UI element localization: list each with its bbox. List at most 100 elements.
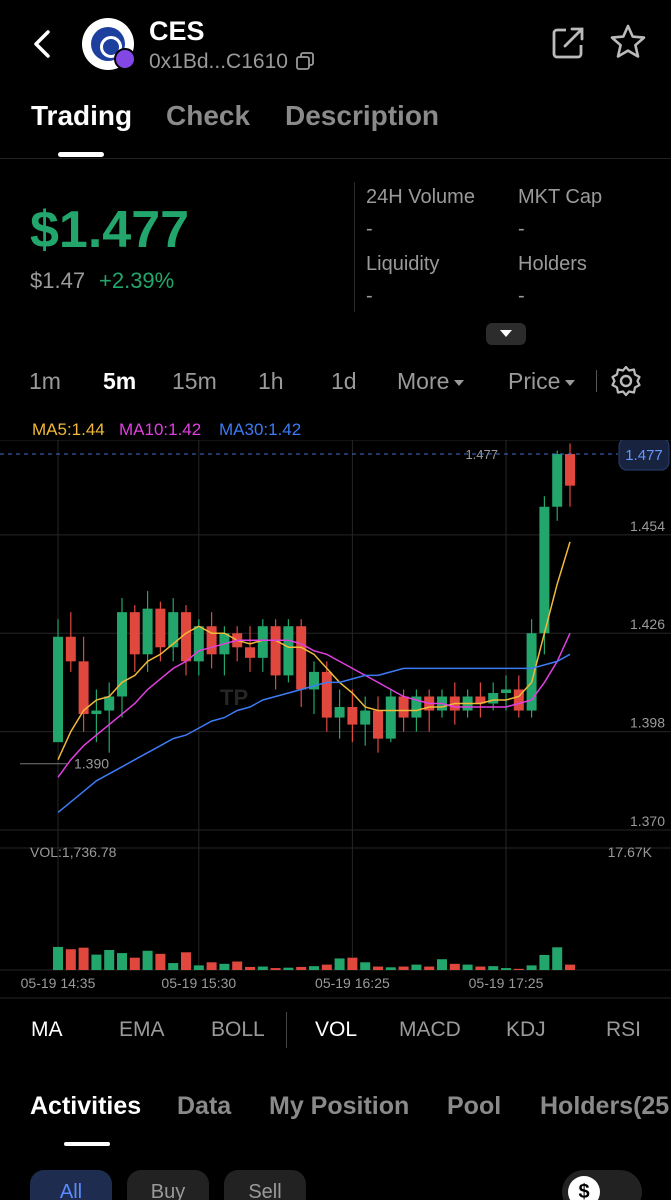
tab-holders[interactable]: Holders(25 — [540, 1092, 669, 1121]
volume-bar — [437, 959, 447, 970]
ma5-legend: MA5:1.44 — [32, 420, 105, 439]
low-marker-label: 1.390 — [74, 756, 109, 772]
tab-pool[interactable]: Pool — [447, 1092, 501, 1121]
timeframe-5m[interactable]: 5m — [103, 368, 136, 395]
price-mode-label: Price — [508, 368, 561, 394]
x-tick-label: 05-19 15:30 — [161, 975, 236, 991]
volume-bar — [449, 963, 460, 970]
candle-body — [321, 671, 332, 718]
divider — [286, 1012, 287, 1048]
volume-bar — [78, 947, 89, 970]
tab-check[interactable]: Check — [166, 100, 250, 132]
candle-body — [193, 626, 204, 662]
candle-body — [155, 608, 166, 648]
chevron-down-icon — [454, 379, 465, 386]
secondary-price: $1.47 — [30, 268, 86, 293]
x-tick-label: 05-19 14:35 — [21, 975, 96, 991]
tab-data[interactable]: Data — [177, 1092, 231, 1121]
volume-value: - — [366, 218, 373, 240]
currency-toggle[interactable]: $ — [562, 1170, 642, 1200]
candle-body — [539, 506, 550, 634]
indicator-ema[interactable]: EMA — [119, 1018, 165, 1042]
candle-body — [129, 612, 140, 655]
candle-body — [385, 696, 396, 739]
volume-bar — [462, 964, 473, 970]
tab-description[interactable]: Description — [285, 100, 439, 132]
token-logo — [82, 18, 136, 70]
candle-body — [142, 608, 153, 655]
watermark: TP — [220, 685, 248, 710]
polygon-chain-icon — [114, 48, 136, 70]
volume-bar — [219, 963, 230, 970]
volume-bar — [104, 949, 115, 970]
volume-bar — [91, 954, 102, 970]
price-tag: 1.477 — [625, 447, 663, 464]
y-tick-label: 1.426 — [630, 616, 665, 632]
volume-bar — [232, 961, 243, 970]
timeframe-1d[interactable]: 1d — [331, 368, 357, 395]
tab-trading[interactable]: Trading — [31, 100, 132, 132]
volume-bar — [488, 966, 499, 970]
tab-my-position[interactable]: My Position — [269, 1092, 409, 1121]
volume-bar — [245, 966, 255, 970]
timeframe-15m[interactable]: 15m — [172, 368, 217, 395]
volume-bar — [168, 963, 179, 970]
star-icon[interactable] — [609, 23, 647, 61]
indicator-ma[interactable]: MA — [31, 1018, 63, 1042]
filter-buy[interactable]: Buy — [127, 1170, 209, 1200]
volume-bar — [142, 950, 153, 970]
tab-activities[interactable]: Activities — [30, 1092, 141, 1121]
indicator-boll[interactable]: BOLL — [211, 1018, 265, 1042]
indicator-kdj[interactable]: KDJ — [506, 1018, 546, 1042]
candle-body — [398, 696, 409, 718]
copy-icon[interactable] — [296, 52, 314, 70]
indicator-vol[interactable]: VOL — [315, 1018, 357, 1042]
volume-bar — [411, 964, 422, 970]
back-icon[interactable] — [28, 26, 58, 62]
volume-bar — [526, 965, 537, 970]
holders-value: - — [518, 285, 525, 307]
timeframe-1m[interactable]: 1m — [29, 368, 61, 395]
volume-bar — [552, 947, 563, 970]
price-dropdown[interactable]: Price — [508, 368, 576, 395]
volume-bar — [193, 965, 204, 970]
timeframe-1h[interactable]: 1h — [258, 368, 284, 395]
volume-bar — [257, 966, 268, 970]
divider — [354, 182, 355, 312]
volume-bar — [321, 964, 332, 970]
candle-body — [245, 647, 255, 658]
volume-bar — [283, 967, 294, 970]
candle-body — [360, 710, 371, 725]
filter-all[interactable]: All — [30, 1170, 112, 1200]
candle-body — [270, 626, 281, 676]
volume-bar — [270, 968, 281, 970]
indicator-macd[interactable]: MACD — [399, 1018, 461, 1042]
candle-body — [168, 612, 179, 648]
volume-bar — [206, 962, 217, 970]
candle-body — [347, 707, 358, 725]
volume-bar — [501, 968, 511, 970]
candle-body — [552, 454, 563, 507]
candle-body — [117, 612, 127, 697]
share-icon[interactable] — [551, 26, 585, 60]
volume-bar — [385, 967, 396, 970]
candle-body — [283, 626, 294, 676]
candle-body — [78, 661, 89, 715]
more-dropdown[interactable]: More — [397, 368, 465, 395]
x-tick-label: 05-19 16:25 — [315, 975, 390, 991]
volume-bar — [360, 962, 371, 970]
candle-body — [565, 454, 575, 486]
volume-bar — [181, 952, 191, 970]
y-tick-label: 1.370 — [630, 813, 665, 829]
volume-bar — [513, 968, 524, 970]
gear-icon[interactable] — [610, 365, 642, 397]
expand-stats-button[interactable] — [486, 323, 526, 345]
price-chart[interactable]: TP 1.477 1.477 1.454 1.426 1.398 1.370 1.390 VOL… — [0, 440, 671, 1000]
more-label: More — [397, 368, 450, 394]
candle-body — [91, 710, 102, 715]
volume-bar — [296, 966, 307, 970]
indicator-rsi[interactable]: RSI — [606, 1018, 641, 1042]
liquidity-label: Liquidity — [366, 253, 440, 275]
filter-sell[interactable]: Sell — [224, 1170, 306, 1200]
tab-underline — [64, 1142, 110, 1146]
